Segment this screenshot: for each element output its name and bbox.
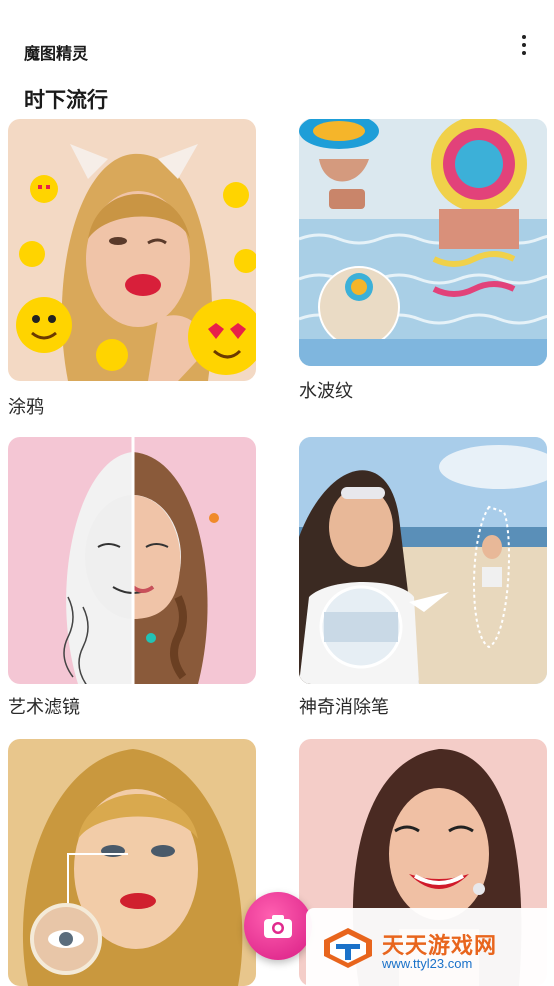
water-ripple-thumbnail [299,119,547,366]
graffiti-thumbnail [8,119,256,381]
feature-card-graffiti[interactable]: 涂鸦 [8,119,256,417]
feature-card-eye[interactable] [8,739,256,986]
top-bar: 魔图精灵 [0,0,554,70]
card-label: 水波纹 [299,381,353,401]
camera-icon [264,915,292,938]
camera-button[interactable] [244,892,312,960]
app-title: 魔图精灵 [24,46,89,63]
section-title: 时下流行 [24,89,108,112]
watermark-banner: 天天游戏网 www.ttyl23.com [306,908,554,986]
eye-thumbnail [8,739,256,986]
feature-card-magic-eraser[interactable]: 神奇消除笔 [299,437,547,717]
watermark-logo-icon [324,928,372,968]
card-label: 涂鸦 [8,397,44,417]
card-label: 艺术滤镜 [8,697,80,717]
card-label: 神奇消除笔 [299,697,389,717]
magic-eraser-thumbnail [299,437,547,684]
feature-card-art-filter[interactable]: 艺术滤镜 [8,437,256,717]
art-filter-thumbnail [8,437,256,684]
watermark-url: www.ttyl23.com [382,956,473,971]
more-options-icon[interactable] [510,32,538,58]
feature-card-water-ripple[interactable]: 水波纹 [299,119,547,401]
